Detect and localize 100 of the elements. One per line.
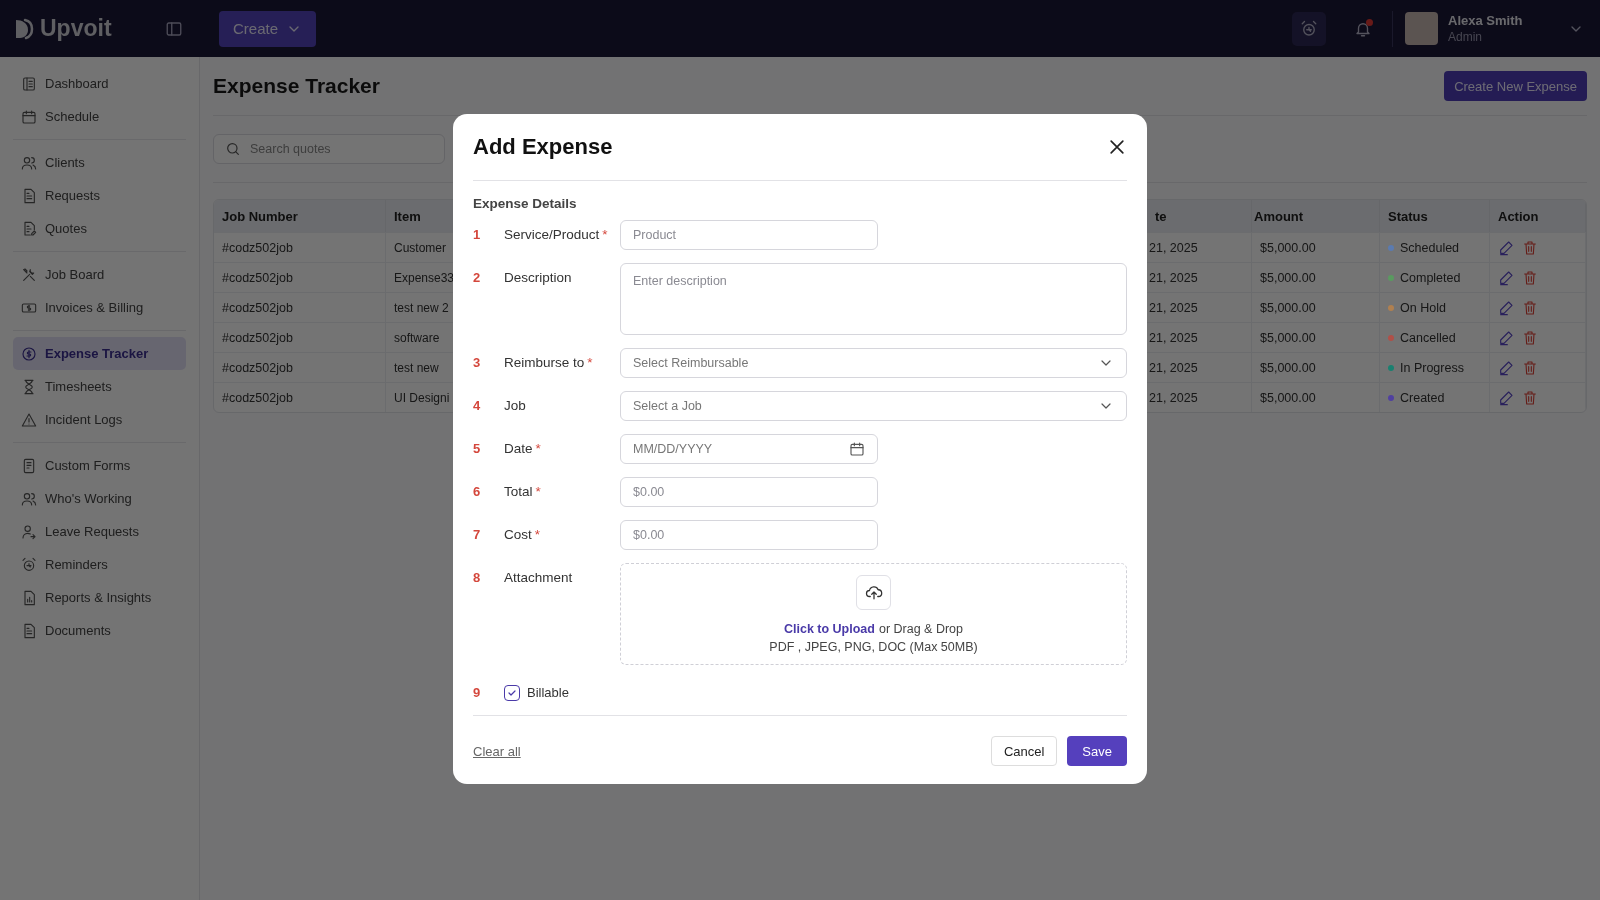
- row-number: 5: [473, 440, 482, 458]
- sidebar-item[interactable]: Job Board: [13, 258, 186, 291]
- row-number: 9: [473, 684, 482, 702]
- row-number: 7: [473, 526, 482, 544]
- column-header: Action: [1490, 200, 1586, 232]
- edit-icon[interactable]: [1498, 359, 1514, 376]
- upload-dropzone[interactable]: Click to Upload or Drag & Drop PDF , JPEG, PNG, DOC (Max 50MB): [620, 563, 1127, 665]
- column-header: Amount: [1252, 200, 1380, 232]
- user-role: Admin: [1448, 30, 1483, 44]
- upload-button[interactable]: [856, 574, 891, 610]
- alarm-button[interactable]: [1292, 11, 1326, 46]
- column-header: Status: [1380, 200, 1490, 232]
- delete-icon[interactable]: [1522, 389, 1538, 406]
- document-pen-icon: [21, 220, 37, 237]
- sidebar-item[interactable]: Clients: [13, 146, 186, 179]
- table-cell: #codz502job: [214, 382, 386, 412]
- text-field[interactable]: $0.00: [620, 477, 878, 507]
- date-field[interactable]: MM/DD/YYYY: [620, 434, 878, 464]
- field-label: Cost *: [504, 526, 542, 544]
- sidebar-item[interactable]: Schedule: [13, 100, 186, 133]
- column-header: Job Number: [214, 200, 386, 232]
- section-heading: Expense Details: [473, 196, 578, 211]
- user-arrow-icon: [21, 523, 37, 540]
- document-icon: [21, 187, 37, 204]
- sidebar-item[interactable]: Invoices & Billing: [13, 291, 186, 324]
- column-header: te: [1147, 200, 1252, 232]
- sidebar-item[interactable]: Who's Working: [13, 482, 186, 515]
- delete-icon[interactable]: [1522, 269, 1538, 286]
- table-cell: $5,000.00: [1252, 382, 1380, 412]
- close-icon[interactable]: [1107, 137, 1127, 157]
- sidebar-item[interactable]: Leave Requests: [13, 515, 186, 548]
- calendar-icon: [849, 441, 865, 457]
- table-cell: #codz502job: [214, 262, 386, 292]
- dialog-title: Add Expense: [473, 134, 613, 160]
- table-cell: $5,000.00: [1252, 232, 1380, 262]
- chart-document-icon: [21, 589, 37, 606]
- cloud-upload-icon: [864, 583, 883, 601]
- edit-icon[interactable]: [1498, 269, 1514, 286]
- row-number: 8: [473, 569, 482, 587]
- sidebar-item[interactable]: Reports & Insights: [13, 581, 186, 614]
- field-label: Service/Product *: [504, 226, 609, 244]
- dashboard-icon: [21, 75, 37, 92]
- table-cell: $5,000.00: [1252, 262, 1380, 292]
- status-label: Completed: [1400, 270, 1461, 285]
- table-cell: #codz502job: [214, 352, 386, 382]
- calendar-icon: [21, 108, 37, 125]
- edit-icon[interactable]: [1498, 389, 1514, 406]
- upload-link[interactable]: Click to Upload: [783, 621, 875, 636]
- delete-icon[interactable]: [1522, 359, 1538, 376]
- description-field[interactable]: Enter description: [620, 263, 1127, 335]
- warning-icon: [21, 411, 37, 428]
- form-icon: [21, 457, 37, 474]
- delete-icon[interactable]: [1522, 299, 1538, 316]
- field-label: Attachment: [504, 569, 574, 587]
- sidebar-item[interactable]: Dashboard: [13, 67, 186, 100]
- file-types-hint: PDF , JPEG, PNG, DOC (Max 50MB): [769, 639, 978, 654]
- clear-all-link[interactable]: Clear all: [473, 743, 521, 759]
- text-field[interactable]: Product: [620, 220, 878, 250]
- avatar-placeholder: [1405, 12, 1438, 45]
- text-field[interactable]: $0.00: [620, 520, 878, 550]
- save-button[interactable]: Save: [1067, 736, 1127, 766]
- sidebar-item[interactable]: Expense Tracker: [13, 337, 186, 370]
- field-label: Date *: [504, 440, 542, 458]
- status-label: In Progress: [1400, 360, 1464, 375]
- sidebar-item[interactable]: Quotes: [13, 212, 186, 245]
- users-icon: [21, 154, 37, 171]
- user-name: Alexa Smith: [1448, 13, 1524, 28]
- sidebar-item[interactable]: Requests: [13, 179, 186, 212]
- row-number: 2: [473, 269, 482, 287]
- dropdown-field[interactable]: Select Reimbursable: [620, 348, 1127, 378]
- sidebar-item[interactable]: Reminders: [13, 548, 186, 581]
- checkbox-label: Billable: [527, 684, 569, 702]
- page-title: Expense Tracker: [213, 74, 380, 98]
- tools-icon: [21, 266, 37, 283]
- delete-icon[interactable]: [1522, 329, 1538, 346]
- create-button[interactable]: Create: [219, 10, 317, 47]
- sidebar-item[interactable]: Documents: [13, 614, 186, 647]
- sidebar-item[interactable]: Custom Forms: [13, 449, 186, 482]
- dropdown-field[interactable]: Select a Job: [620, 391, 1127, 421]
- row-number: 4: [473, 397, 482, 415]
- app-logo: Upvoit: [40, 15, 112, 42]
- edit-icon[interactable]: [1498, 299, 1514, 316]
- sidebar-item[interactable]: Incident Logs: [13, 403, 186, 436]
- sidebar-item[interactable]: Timesheets: [13, 370, 186, 403]
- delete-icon[interactable]: [1522, 239, 1538, 256]
- edit-icon[interactable]: [1498, 329, 1514, 346]
- table-cell: #codz502job: [214, 322, 386, 352]
- create-expense-button[interactable]: Create New Expense: [1444, 71, 1587, 101]
- sidebar-toggle-icon[interactable]: [165, 19, 183, 38]
- alarm-clock-icon: [21, 556, 37, 573]
- alarm-clock-icon: [1300, 19, 1318, 38]
- search-icon: [225, 141, 241, 157]
- table-cell: #codz502job: [214, 232, 386, 262]
- field-label: Job: [504, 397, 527, 415]
- checkbox[interactable]: [504, 685, 520, 701]
- field-label: Total *: [504, 483, 542, 501]
- edit-icon[interactable]: [1498, 239, 1514, 256]
- status-label: Created: [1400, 390, 1445, 405]
- cancel-button[interactable]: Cancel: [990, 736, 1058, 766]
- row-number: 1: [473, 226, 482, 244]
